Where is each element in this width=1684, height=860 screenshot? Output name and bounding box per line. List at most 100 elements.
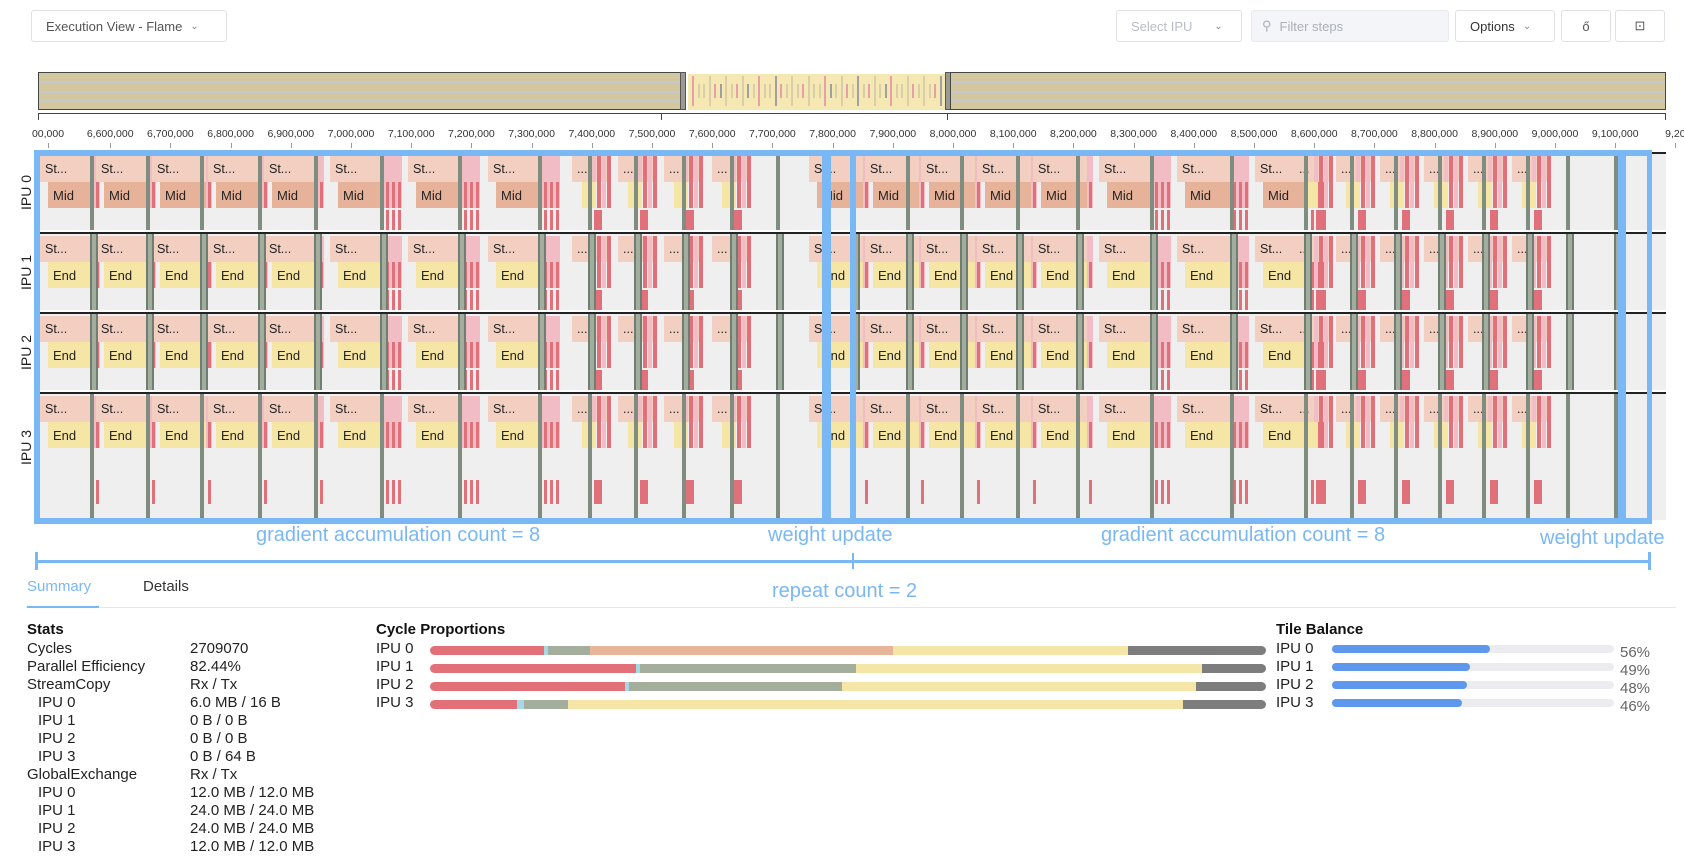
cycle-segment-teal[interactable] (516, 700, 524, 709)
overview-mark (824, 76, 826, 106)
tile-balance-label: IPU 0 (1276, 640, 1314, 657)
overview-mark (730, 84, 733, 98)
axis-tick-label: 6,600,000 (86, 128, 134, 140)
cycle-segment-gray[interactable] (1195, 682, 1266, 691)
weight-update-label-1: weight update (768, 524, 893, 546)
tab-bar: Summary Details (26, 572, 1676, 608)
cycle-proportion-bar[interactable] (430, 682, 1266, 691)
stat-label: Parallel Efficiency (27, 658, 146, 675)
grad-acc-box-2 (850, 150, 1626, 524)
axis-tick (411, 143, 413, 148)
tab-details[interactable]: Details (143, 578, 189, 608)
cycle-segment-yellow[interactable] (567, 700, 1184, 709)
filter-steps-input[interactable]: ⚲ Filter steps (1251, 10, 1449, 42)
overview-mark (813, 84, 815, 98)
axis-tick-label: 6,900,000 (267, 128, 315, 140)
overview-selected-window[interactable] (688, 74, 948, 110)
view-mode-select[interactable]: Execution View - Flame ⌄ (31, 10, 227, 42)
cycle-segment-green[interactable] (639, 664, 857, 673)
axis-tick-label: 8,800,000 (1411, 128, 1458, 140)
cycle-segment-yellow[interactable] (842, 682, 1196, 691)
cycle-row-label: IPU 3 (376, 694, 414, 711)
axis-tick (1434, 143, 1436, 148)
stat-value: 82.44% (190, 658, 241, 675)
axis-tick (712, 143, 714, 148)
font-icon: ő (1582, 18, 1590, 34)
cycle-proportion-bar[interactable] (430, 646, 1266, 655)
axis-tick (832, 143, 834, 148)
options-button[interactable]: Options ⌄ (1455, 10, 1555, 42)
cycle-proportion-bar[interactable] (430, 700, 1266, 709)
screenshot-button[interactable]: ⊡ (1615, 10, 1665, 42)
stat-label: GlobalExchange (27, 766, 138, 783)
overview-mark (769, 84, 771, 98)
cycle-segment-red[interactable] (430, 646, 544, 655)
axis-tick-label: 7,100,000 (387, 128, 435, 140)
cycle-segment-green[interactable] (547, 646, 591, 655)
stat-label: IPU 2 (38, 820, 76, 837)
cycle-row-label: IPU 2 (376, 676, 414, 693)
overview-mark (895, 84, 898, 98)
overview-minimap[interactable] (38, 72, 1666, 112)
overview-left-handle[interactable] (680, 72, 686, 110)
axis-tick (1374, 143, 1376, 148)
ipu-select[interactable]: Select IPU ⌄ (1116, 10, 1242, 42)
axis-tick (351, 143, 352, 148)
axis-tick (48, 143, 49, 148)
grad-acc-label-1: gradient accumulation count = 8 (256, 524, 541, 546)
stat-label: IPU 2 (38, 730, 76, 747)
cycle-segment-green[interactable] (628, 682, 843, 691)
cycle-segment-gray[interactable] (1128, 646, 1266, 655)
stat-label: IPU 0 (38, 784, 76, 801)
stat-value: 12.0 MB / 12.0 MB (190, 784, 315, 801)
tile-balance-label: IPU 1 (1276, 658, 1314, 675)
tile-balance-label: IPU 2 (1276, 676, 1314, 693)
stat-label: IPU 1 (38, 802, 76, 819)
axis-tick-label: 8,400,000 (1170, 128, 1218, 140)
axis-tick-label: 9,000,000 (1531, 128, 1579, 140)
stat-value: 0 B / 64 B (190, 748, 256, 765)
cycle-proportion-bar[interactable] (430, 664, 1266, 673)
axis-tick-label: 7,200,000 (448, 128, 495, 140)
overview-mark (725, 76, 727, 106)
axis-tick (110, 143, 112, 148)
chevron-down-icon: ⌄ (1522, 20, 1532, 32)
axis-tick-label: 7,600,000 (688, 128, 736, 140)
font-size-button[interactable]: ő (1561, 10, 1611, 42)
ipu-select-placeholder: Select IPU (1131, 18, 1193, 34)
cycle-segment-yellow[interactable] (856, 664, 1202, 673)
axis-tick (1254, 143, 1255, 148)
overview-mark (736, 84, 738, 98)
overview-mark (752, 84, 755, 98)
stat-label: IPU 1 (38, 712, 76, 729)
repeat-span-line (35, 560, 1650, 563)
overview-mark (697, 84, 700, 98)
axis-tick (1494, 143, 1496, 148)
cycle-segment-red[interactable] (430, 664, 636, 673)
cycle-segment-red[interactable] (430, 700, 517, 709)
axis-tick (652, 143, 653, 148)
overview-mark (890, 76, 892, 106)
overview-mark (906, 76, 909, 106)
lane-label: IPU 3 (18, 429, 34, 465)
overview-axis (38, 113, 1666, 121)
cycle-segment-green[interactable] (523, 700, 568, 709)
stats-title: Stats (27, 621, 64, 638)
grad-acc-box-1 (34, 150, 831, 524)
axis-tick (1615, 143, 1617, 148)
overview-unselected-left (38, 72, 684, 110)
axis-tick-label: 7,900,000 (869, 128, 917, 140)
overview-mark (939, 76, 942, 106)
cycle-segment-orange[interactable] (590, 646, 894, 655)
axis-tick (1013, 143, 1015, 148)
stat-label: IPU 0 (38, 694, 76, 711)
overview-mark (835, 84, 837, 98)
cycle-segment-yellow[interactable] (893, 646, 1129, 655)
tab-summary[interactable]: Summary (27, 578, 99, 608)
axis-tick (170, 143, 172, 148)
cycle-segment-gray[interactable] (1201, 664, 1266, 673)
cycle-segment-gray[interactable] (1183, 700, 1266, 709)
cycle-proportions-title: Cycle Proportions (376, 621, 506, 638)
stat-label: IPU 3 (38, 748, 76, 765)
cycle-segment-red[interactable] (430, 682, 625, 691)
